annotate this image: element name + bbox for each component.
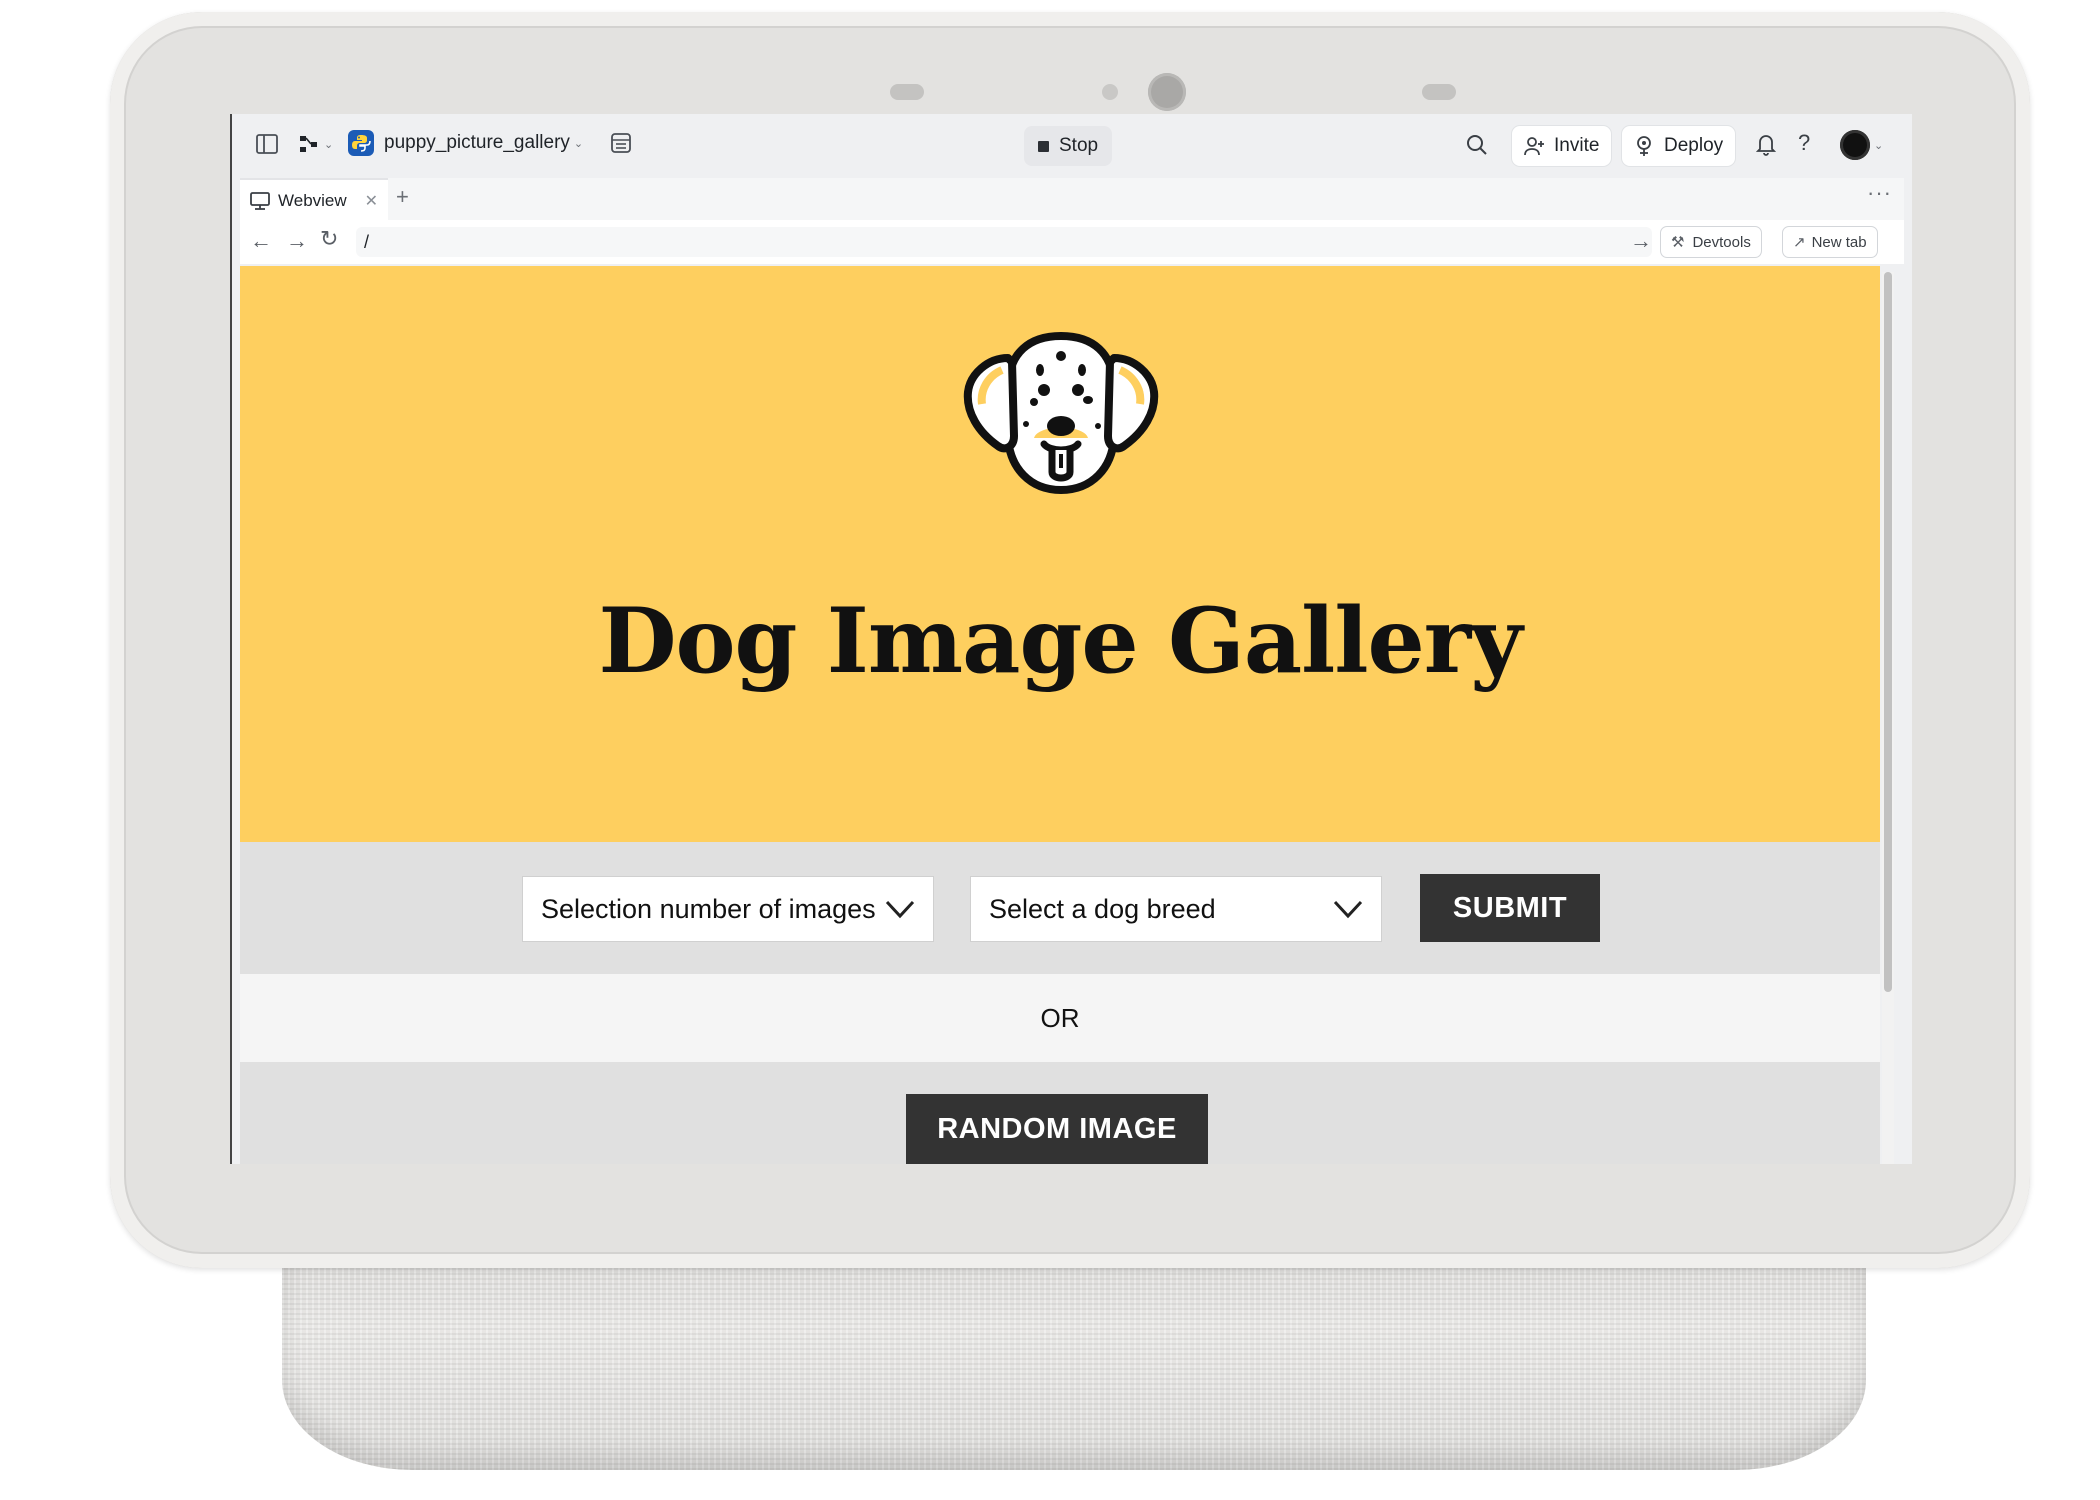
invite-button[interactable]: Invite	[1512, 126, 1612, 166]
breed-select-label: Select a dog breed	[989, 893, 1216, 924]
submit-button[interactable]: SUBMIT	[1420, 874, 1600, 942]
stop-icon	[1038, 140, 1049, 152]
bell-icon[interactable]	[1756, 132, 1776, 156]
add-user-icon	[1524, 136, 1546, 156]
devtools-label: Devtools	[1692, 233, 1751, 251]
go-icon[interactable]: →	[1630, 228, 1652, 254]
search-icon[interactable]	[1466, 134, 1488, 156]
stop-button[interactable]: Stop	[1024, 126, 1113, 166]
page-title: Dog Image Gallery	[598, 588, 1522, 694]
number-select-label: Selection number of images	[541, 893, 876, 924]
back-icon[interactable]: ←	[250, 228, 272, 254]
external-link-icon: ↗	[1793, 234, 1806, 251]
new-tab-label: New tab	[1811, 233, 1867, 251]
close-icon[interactable]: ✕	[365, 191, 378, 211]
camera-icon	[1148, 73, 1186, 111]
new-tab-button[interactable]: ↗ New tab	[1782, 226, 1878, 258]
reload-icon[interactable]: ↻	[320, 226, 338, 252]
git-branch-icon[interactable]: ⌄	[298, 134, 333, 154]
deploy-label: Deploy	[1664, 135, 1724, 156]
tab-label: Webview	[278, 191, 347, 210]
deploy-icon	[1634, 135, 1654, 157]
monitor-icon	[250, 192, 270, 210]
help-icon[interactable]: ?	[1798, 130, 1810, 156]
webview-page: Dog Image Gallery Selection number of im…	[240, 266, 1880, 1164]
sensor-right	[1422, 84, 1456, 100]
random-image-button[interactable]: RANDOM IMAGE	[906, 1094, 1208, 1164]
search-controls: Selection number of images Select a dog …	[240, 842, 1880, 974]
layout-icon[interactable]	[610, 132, 632, 154]
random-section: RANDOM IMAGE	[240, 1062, 1880, 1164]
sidebar-toggle-icon[interactable]	[256, 134, 278, 154]
tab-webview[interactable]: Webview ✕	[240, 178, 389, 222]
screen: ⌄ puppy_picture_gallery ⌄ Stop Invite De…	[230, 114, 1912, 1164]
invite-label: Invite	[1554, 135, 1600, 156]
number-of-images-select[interactable]: Selection number of images	[522, 876, 934, 942]
url-bar: ← → ↻ → ⚒ Devtools ↗ New tab	[240, 220, 1904, 264]
stop-label: Stop	[1059, 135, 1099, 156]
or-divider: OR	[240, 974, 1880, 1062]
deploy-button[interactable]: Deploy	[1622, 126, 1736, 166]
workspace-header: ⌄ puppy_picture_gallery ⌄ Stop Invite De…	[232, 114, 1912, 178]
repl-name: puppy_picture_gallery	[384, 132, 570, 153]
python-icon	[348, 130, 374, 156]
avatar[interactable]: ⌄	[1840, 130, 1883, 160]
dalmatian-logo	[958, 328, 1164, 499]
sensor-left	[890, 84, 924, 100]
scrollbar-thumb[interactable]	[1884, 272, 1892, 992]
wrench-icon: ⚒	[1671, 234, 1685, 251]
dog-breed-select[interactable]: Select a dog breed	[970, 876, 1382, 942]
tab-bar: Webview ✕ + ···	[240, 178, 1904, 222]
sensor-dot	[1102, 84, 1118, 100]
repl-selector[interactable]: puppy_picture_gallery ⌄	[348, 130, 583, 156]
chevron-down-icon	[1333, 897, 1363, 928]
chevron-down-icon: ⌄	[573, 137, 584, 150]
hero-banner: Dog Image Gallery	[240, 266, 1880, 842]
devtools-button[interactable]: ⚒ Devtools	[1660, 226, 1762, 258]
add-tab-icon[interactable]: +	[396, 184, 409, 210]
chevron-down-icon: ⌄	[1874, 139, 1884, 152]
chevron-down-icon: ⌄	[324, 138, 334, 151]
more-options-icon[interactable]: ···	[1867, 180, 1892, 206]
or-text: OR	[1040, 1002, 1080, 1033]
forward-icon[interactable]: →	[286, 228, 308, 254]
url-input[interactable]	[356, 227, 1652, 257]
chevron-down-icon	[885, 897, 915, 928]
page-scrollbar[interactable]	[1882, 272, 1894, 1164]
